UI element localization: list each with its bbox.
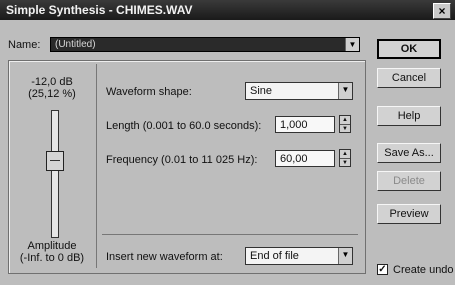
insert-dropdown-icon[interactable]: ▼ — [338, 248, 352, 264]
amplitude-caption: Amplitude (-Inf. to 0 dB) — [12, 240, 92, 264]
preview-button[interactable]: Preview — [377, 204, 441, 224]
waveform-value: Sine — [250, 85, 273, 97]
insert-value: End of file — [250, 250, 299, 262]
length-spinner[interactable]: ▲ ▼ — [339, 115, 351, 133]
amplitude-label: Amplitude — [27, 240, 77, 252]
delete-button: Delete — [377, 171, 441, 191]
length-input[interactable]: 1,000 — [275, 116, 335, 133]
cancel-button[interactable]: Cancel — [377, 68, 441, 88]
waveform-select[interactable]: Sine ▼ — [245, 82, 353, 100]
amplitude-range: (-Inf. to 0 dB) — [19, 252, 85, 264]
frequency-up-icon[interactable]: ▲ — [340, 150, 350, 159]
frequency-down-icon[interactable]: ▼ — [340, 159, 350, 167]
frequency-spinner[interactable]: ▲ ▼ — [339, 149, 351, 167]
save-as-button[interactable]: Save As... — [377, 143, 441, 163]
close-button[interactable]: × — [433, 3, 451, 19]
insert-select[interactable]: End of file ▼ — [245, 247, 353, 265]
amplitude-slider-thumb[interactable] — [46, 151, 64, 172]
length-down-icon[interactable]: ▼ — [340, 125, 350, 133]
frequency-label: Frequency (0.01 to 11 025 Hz): — [106, 154, 258, 166]
create-undo-label: Create undo — [393, 264, 454, 276]
name-value: (Untitled) — [55, 39, 96, 50]
name-combo[interactable]: (Untitled) ▼ — [50, 37, 360, 52]
name-label: Name: — [8, 39, 41, 51]
ok-button[interactable]: OK — [377, 39, 441, 59]
amplitude-percent: (25,12 %) — [28, 88, 76, 100]
frequency-input[interactable]: 60,00 — [275, 150, 335, 167]
waveform-label: Waveform shape: — [106, 86, 192, 98]
name-dropdown-icon[interactable]: ▼ — [345, 38, 359, 51]
amplitude-slider-track[interactable] — [51, 110, 59, 238]
vertical-divider — [96, 64, 97, 268]
amplitude-readout: -12,0 dB (25,12 %) — [12, 76, 92, 100]
length-up-icon[interactable]: ▲ — [340, 116, 350, 125]
window-title: Simple Synthesis - CHIMES.WAV — [6, 3, 193, 17]
title-bar: Simple Synthesis - CHIMES.WAV × — [0, 0, 455, 20]
amplitude-db: -12,0 dB — [31, 76, 73, 88]
horizontal-divider — [102, 234, 358, 235]
waveform-dropdown-icon[interactable]: ▼ — [338, 83, 352, 99]
insert-label: Insert new waveform at: — [106, 251, 223, 263]
length-label: Length (0.001 to 60.0 seconds): — [106, 120, 262, 132]
help-button[interactable]: Help — [377, 106, 441, 126]
create-undo-checkbox[interactable]: ✓ — [377, 264, 388, 275]
